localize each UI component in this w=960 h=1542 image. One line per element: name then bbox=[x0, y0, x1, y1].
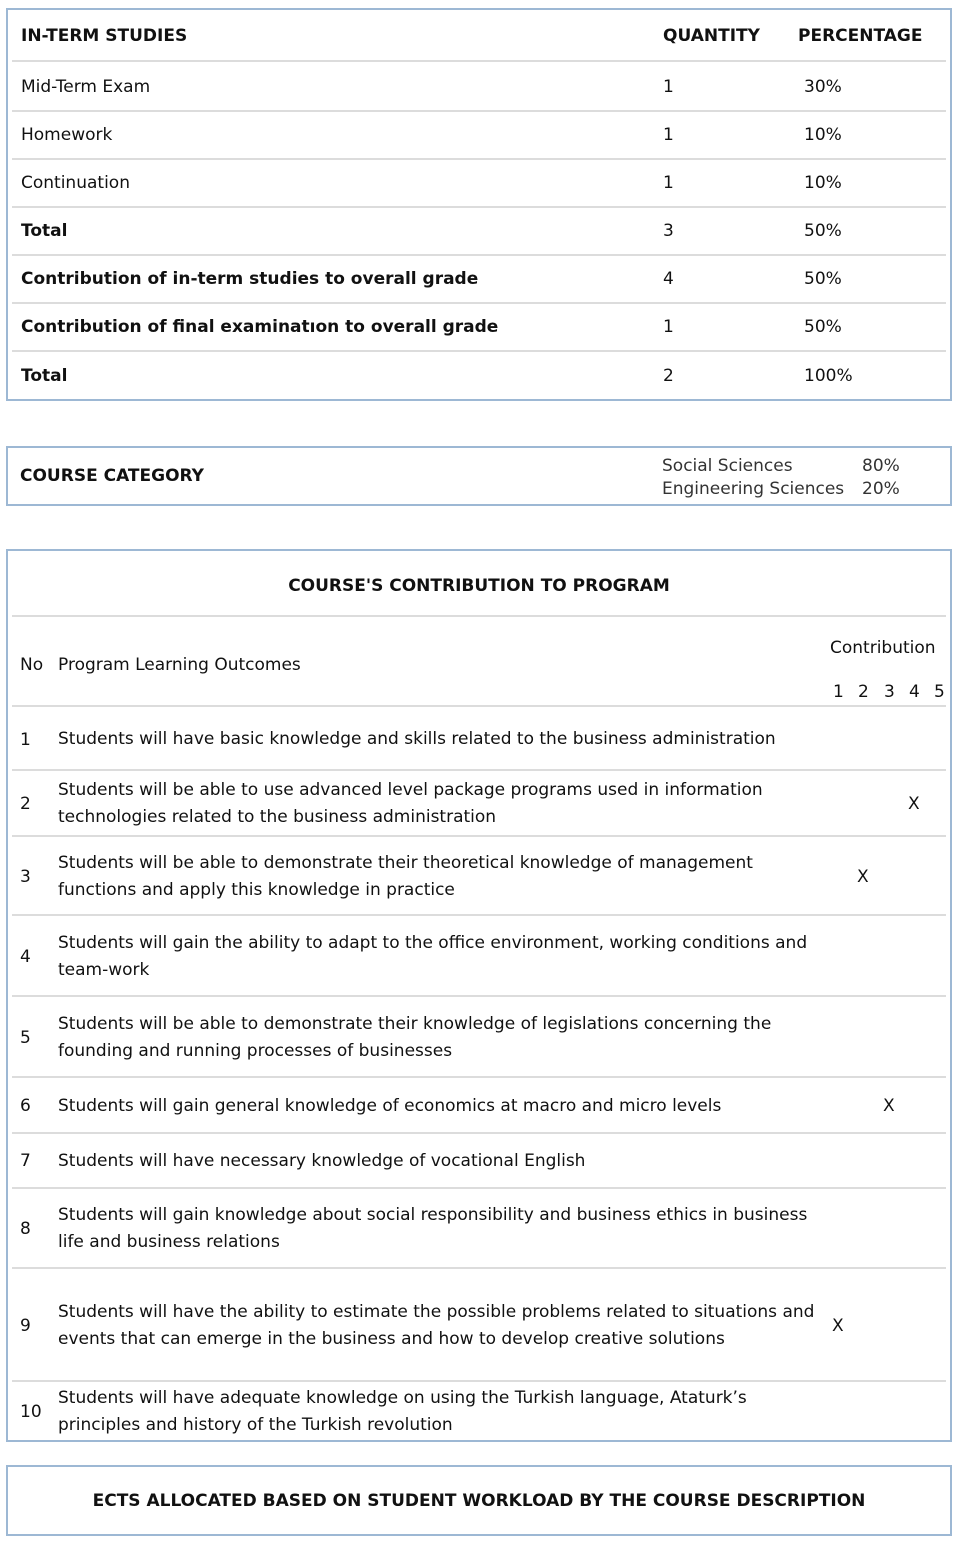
ects-title: ECTS ALLOCATED BASED ON STUDENT WORKLOAD… bbox=[92, 1490, 866, 1511]
program-header: No Program Learning Outcomes Contributio… bbox=[12, 619, 946, 707]
quantity-cell: 2 bbox=[663, 366, 674, 386]
outcome-no: 6 bbox=[20, 1096, 31, 1116]
in-term-studies-table: IN-TERM STUDIES QUANTITY PERCENTAGE Mid-Ter… bbox=[6, 8, 952, 401]
label-cell: Total bbox=[21, 366, 68, 386]
contribution-level-label: 1 bbox=[833, 682, 844, 702]
table-row: Contribution of final examinatıon to ove… bbox=[12, 304, 946, 352]
course-category-table: COURSE CATEGORY Social Sciences 80% Engin… bbox=[6, 446, 952, 506]
outcome-text: Students will gain general knowledge of … bbox=[58, 1095, 722, 1116]
outcome-text: Students will be able to use advanced le… bbox=[58, 780, 763, 827]
outcome-row: 4 Students will gain the ability to adapt… bbox=[12, 918, 946, 997]
contribution-level-label: 2 bbox=[858, 682, 869, 702]
percentage-cell: 100% bbox=[804, 366, 853, 386]
outcome-no: 4 bbox=[20, 946, 31, 967]
percentage-cell: 50% bbox=[804, 221, 842, 241]
outcome-row: 6 Students will gain general knowledge of… bbox=[12, 1080, 946, 1134]
percentage-cell: 30% bbox=[804, 77, 842, 97]
outcome-no: 2 bbox=[20, 794, 31, 814]
label-cell: Mid-Term Exam bbox=[21, 77, 151, 97]
table-row: Total 3 50% bbox=[12, 208, 946, 256]
contribution-level-label: 5 bbox=[934, 682, 945, 702]
label-cell: Homework bbox=[21, 125, 113, 145]
label-cell: Continuation bbox=[21, 173, 130, 193]
outcome-text: Students will have adequate knowledge on… bbox=[58, 1388, 747, 1435]
quantity-cell: 1 bbox=[663, 173, 674, 193]
percentage-cell: 50% bbox=[804, 317, 842, 337]
table-row: Contribution of in-term studies to overa… bbox=[12, 256, 946, 304]
outcome-no: 5 bbox=[20, 1027, 31, 1048]
course-document: IN-TERM STUDIES QUANTITY PERCENTAGE Mid-Ter… bbox=[0, 0, 960, 1542]
percentage-cell: 10% bbox=[804, 125, 842, 145]
contribution-header: Contribution bbox=[830, 638, 936, 658]
outcome-row: 10 Students will have adequate knowledge … bbox=[12, 1384, 946, 1440]
quantity-cell: 3 bbox=[663, 221, 674, 241]
outcome-header: Program Learning Outcomes bbox=[58, 655, 301, 675]
quantity-cell: 1 bbox=[663, 77, 674, 97]
quantity-cell: QUANTITY bbox=[663, 26, 760, 46]
table-row: Continuation 1 10% bbox=[12, 160, 946, 208]
label-cell: IN-TERM STUDIES bbox=[21, 26, 188, 46]
table-row: Mid-Term Exam 1 30% bbox=[12, 64, 946, 112]
contribution-level-label: 3 bbox=[884, 682, 895, 702]
ects-table: ECTS ALLOCATED BASED ON STUDENT WORKLOAD… bbox=[6, 1465, 952, 1536]
contribution-mark: X bbox=[908, 794, 920, 814]
outcome-no: 1 bbox=[20, 729, 31, 750]
contribution-mark: X bbox=[832, 1315, 844, 1336]
outcome-text: Students will have basic knowledge and s… bbox=[58, 729, 776, 749]
percentage-cell: PERCENTAGE bbox=[798, 26, 923, 46]
table-header: IN-TERM STUDIES QUANTITY PERCENTAGE bbox=[12, 12, 946, 62]
quantity-cell: 1 bbox=[663, 317, 674, 337]
outcome-no: 3 bbox=[20, 866, 31, 887]
outcome-text: Students will be able to demonstrate the… bbox=[58, 1013, 772, 1061]
label-cell: Contribution of in-term studies to overa… bbox=[21, 269, 479, 289]
course-category-label: COURSE CATEGORY bbox=[20, 466, 204, 486]
outcome-text: Students will gain knowledge about socia… bbox=[58, 1205, 808, 1252]
outcome-row: 7 Students will have necessary knowledge … bbox=[12, 1135, 946, 1189]
outcome-row: 2 Students will be able to use advanced l… bbox=[12, 773, 946, 837]
program-title: COURSE'S CONTRIBUTION TO PROGRAM bbox=[12, 555, 946, 617]
outcome-row: 3 Students will be able to demonstrate th… bbox=[12, 839, 946, 916]
outcome-row: 8 Students will gain knowledge about soci… bbox=[12, 1191, 946, 1269]
quantity-cell: 1 bbox=[663, 125, 674, 145]
outcome-no: 9 bbox=[20, 1315, 31, 1336]
table-row: Total 2 100% bbox=[12, 352, 946, 400]
outcome-row: 1 Students will have basic knowledge and … bbox=[12, 710, 946, 771]
contribution-mark: X bbox=[883, 1096, 895, 1116]
outcome-no: 7 bbox=[20, 1151, 31, 1171]
outcome-text: Students will be able to demonstrate the… bbox=[58, 852, 753, 900]
label-cell: Total bbox=[21, 221, 68, 241]
outcome-row: 5 Students will be able to demonstrate th… bbox=[12, 999, 946, 1078]
outcome-text: Students will gain the ability to adapt … bbox=[58, 932, 808, 980]
outcome-row: 9 Students will have the ability to estim… bbox=[12, 1271, 946, 1382]
no-header: No bbox=[20, 655, 44, 675]
label-cell: Contribution of final examinatıon to ove… bbox=[21, 317, 499, 337]
contribution-level-label: 4 bbox=[909, 682, 920, 702]
outcome-text: Students will have the ability to estima… bbox=[58, 1301, 815, 1349]
percentage-cell: 50% bbox=[804, 269, 842, 289]
category-item: Social Sciences 80% bbox=[662, 456, 900, 476]
contribution-mark: X bbox=[857, 866, 869, 887]
outcome-no: 8 bbox=[20, 1219, 31, 1239]
category-item: Engineering Sciences 20% bbox=[662, 479, 900, 499]
quantity-cell: 4 bbox=[663, 269, 674, 289]
program-contribution-table: COURSE'S CONTRIBUTION TO PROGRAM No Prog… bbox=[6, 549, 952, 1442]
outcome-no: 10 bbox=[20, 1402, 42, 1422]
percentage-cell: 10% bbox=[804, 173, 842, 193]
outcome-text: Students will have necessary knowledge o… bbox=[58, 1150, 586, 1171]
table-row: Homework 1 10% bbox=[12, 112, 946, 160]
